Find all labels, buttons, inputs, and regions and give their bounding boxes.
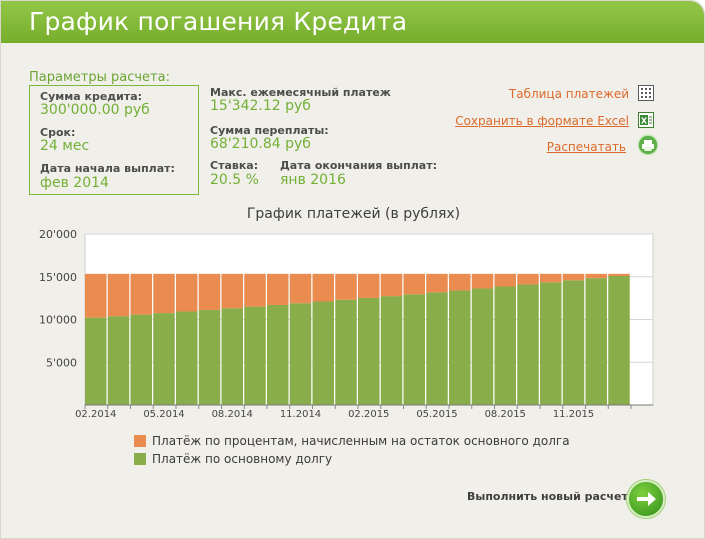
x-tick-label: 08.2015 bbox=[485, 409, 526, 420]
bar-interest bbox=[380, 273, 403, 297]
x-tick-label: 02.2015 bbox=[348, 409, 389, 420]
bar-interest bbox=[562, 273, 585, 281]
bar-principal bbox=[198, 309, 221, 405]
bar-interest bbox=[198, 273, 221, 310]
bar-principal bbox=[221, 308, 243, 405]
x-tick-label: 02.2014 bbox=[75, 409, 116, 420]
y-tick-label: 5'000 bbox=[46, 356, 77, 369]
bar-principal bbox=[585, 278, 607, 405]
legend-label-principal: Платёж по основному долгу bbox=[152, 452, 333, 466]
legend-label-interest: Платёж по процентам, начисленным на оста… bbox=[152, 434, 570, 448]
legend-swatch-principal bbox=[134, 453, 146, 465]
bar-interest bbox=[312, 273, 334, 302]
bar-principal bbox=[358, 297, 380, 405]
payments-chart: 5'000 10'000 15'000 20'000 02.2014 05.2014 08.… bbox=[39, 228, 654, 420]
bar-principal bbox=[289, 303, 312, 405]
bar-interest bbox=[107, 273, 130, 317]
bar-interest bbox=[153, 273, 175, 314]
bar-principal bbox=[608, 276, 630, 405]
bar-principal bbox=[471, 288, 494, 405]
bar-principal bbox=[85, 317, 107, 405]
arrow-right-icon bbox=[637, 492, 656, 506]
x-tick-label: 11.2014 bbox=[280, 409, 321, 420]
new-calc-button[interactable] bbox=[627, 480, 665, 518]
bar-interest bbox=[585, 273, 607, 279]
bar-interest bbox=[540, 273, 562, 283]
bar-interest bbox=[244, 273, 266, 307]
bar-interest bbox=[608, 273, 630, 277]
new-calc-label[interactable]: Выполнить новый расчет bbox=[467, 490, 628, 503]
bar-principal bbox=[107, 316, 130, 405]
x-tick-label: 08.2014 bbox=[212, 409, 253, 420]
bar-interest bbox=[517, 273, 539, 285]
bar-interest bbox=[335, 273, 357, 300]
bar-principal bbox=[540, 282, 562, 405]
bar-principal bbox=[380, 296, 403, 405]
bar-principal bbox=[130, 314, 152, 405]
bar-interest bbox=[267, 273, 289, 305]
bar-principal bbox=[335, 299, 357, 405]
bar-principal bbox=[153, 313, 175, 405]
bar-principal bbox=[426, 292, 448, 405]
bar-principal bbox=[494, 286, 516, 405]
bar-principal bbox=[267, 304, 289, 405]
bar-interest bbox=[85, 273, 107, 318]
y-tick-label: 20'000 bbox=[39, 228, 77, 241]
y-tick-label: 15'000 bbox=[39, 271, 77, 284]
legend-item-principal: Платёж по основному долгу bbox=[134, 452, 332, 466]
bar-principal bbox=[449, 290, 471, 405]
bar-interest bbox=[176, 273, 198, 312]
bar-interest bbox=[403, 273, 425, 295]
bar-principal bbox=[176, 311, 198, 405]
bar-principal bbox=[244, 306, 266, 405]
bar-interest bbox=[494, 273, 516, 287]
legend-swatch-interest bbox=[134, 435, 146, 447]
bar-interest bbox=[289, 273, 312, 304]
bar-interest bbox=[130, 273, 152, 315]
bar-principal bbox=[403, 294, 425, 405]
bar-principal bbox=[517, 284, 539, 405]
bar-interest bbox=[358, 273, 380, 298]
bar-principal bbox=[312, 301, 334, 405]
loan-schedule-panel: График погашения Кредита Параметры расче… bbox=[0, 0, 705, 539]
bar-interest bbox=[449, 273, 471, 291]
x-tick-label: 11.2015 bbox=[553, 409, 594, 420]
legend-item-interest: Платёж по процентам, начисленным на оста… bbox=[134, 434, 570, 448]
bar-principal bbox=[562, 280, 585, 405]
x-tick-label: 05.2015 bbox=[416, 409, 457, 420]
bar-interest bbox=[221, 273, 243, 309]
y-tick-label: 10'000 bbox=[39, 314, 77, 327]
x-tick-label: 05.2014 bbox=[143, 409, 184, 420]
bar-interest bbox=[471, 273, 494, 289]
bar-interest bbox=[426, 273, 448, 293]
